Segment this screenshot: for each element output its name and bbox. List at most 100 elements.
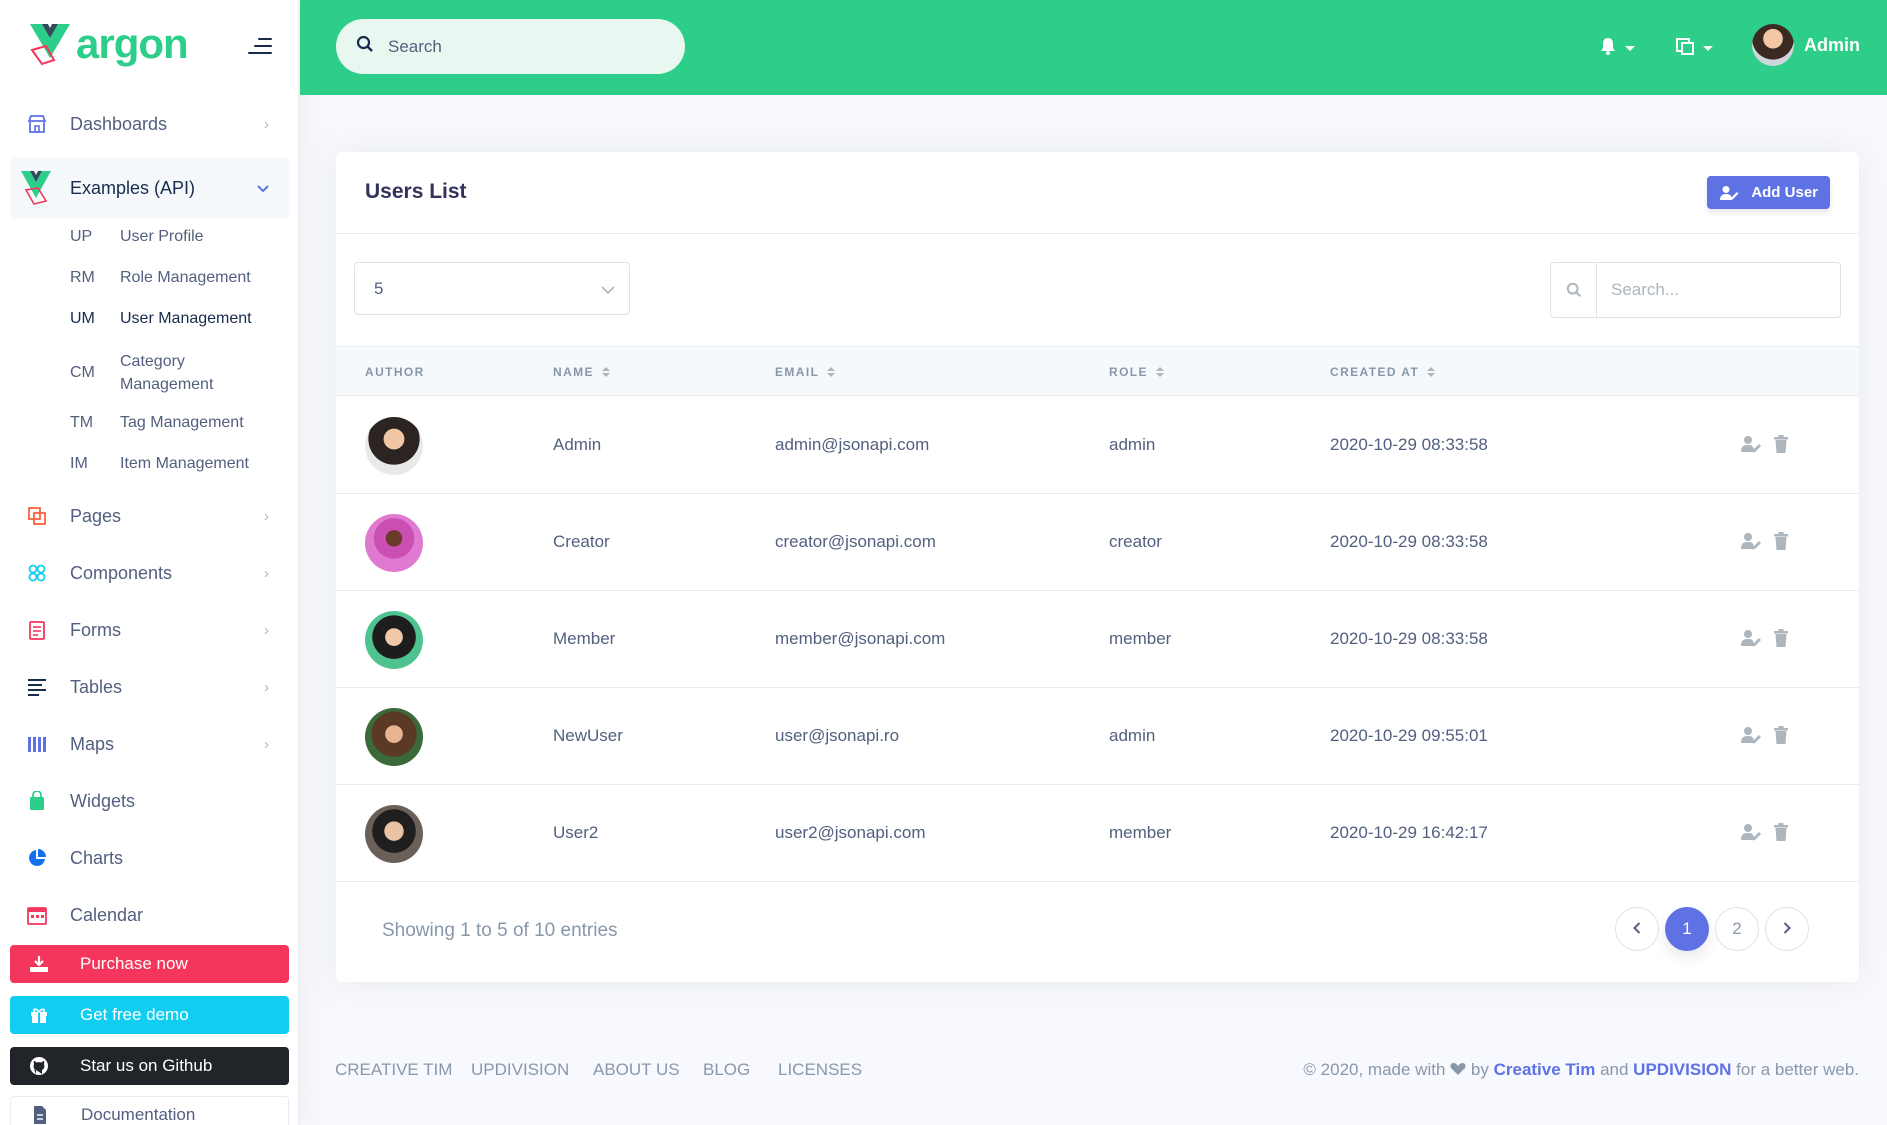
chevron-right-icon: › [264,678,269,696]
copyright-and: and [1600,1060,1629,1079]
cell-role: member [1109,823,1172,842]
trash-icon[interactable] [1774,532,1788,550]
documentation-label: Documentation [81,1105,196,1124]
user-menu[interactable]: Admin [1752,24,1860,66]
chevron-right-icon: › [264,507,269,525]
sidebar-item-tables[interactable]: Tables › [10,659,289,715]
sidebar-subitem-category-management[interactable]: CM Category Management [70,350,290,396]
caret-down-icon [1703,46,1713,51]
sidebar-item-pages[interactable]: Pages › [10,488,289,544]
sidebar-item-forms[interactable]: Forms › [10,602,289,658]
sidebar-item-calendar[interactable]: Calendar [10,887,289,943]
purchase-now-button[interactable]: Purchase now [10,945,289,983]
avatar [365,611,423,669]
user-name: Admin [1804,34,1860,55]
avatar [1752,24,1794,66]
sidebar-item-dashboards[interactable]: Dashboards › [10,96,289,152]
notifications-dropdown[interactable] [1599,36,1635,61]
table-search[interactable] [1550,262,1841,318]
footer-link-about-us[interactable]: ABOUT US [593,1060,680,1080]
subitem-label: Role Management [120,269,251,286]
column-created-at[interactable]: CREATED AT [1330,365,1436,379]
chevron-right-icon: › [264,564,269,582]
cell-email: member@jsonapi.com [775,629,946,648]
sort-icon [601,367,610,377]
footer-link-creative-tim[interactable]: CREATIVE TIM [335,1060,452,1080]
sidebar-subitem-user-management[interactable]: UM User Management [70,310,290,328]
chevron-down-icon [257,180,269,197]
trash-icon[interactable] [1774,629,1788,647]
sidebar-subitem-item-management[interactable]: IM Item Management [70,455,290,473]
sidebar-toggle-button[interactable] [248,38,272,56]
user-edit-icon [1719,185,1739,201]
trash-icon[interactable] [1774,823,1788,841]
table-row: NewUser user@jsonapi.ro admin 2020-10-29… [336,688,1859,785]
footer-link-licenses[interactable]: LICENSES [778,1060,862,1080]
edit-user-icon[interactable] [1740,435,1762,453]
document-icon [29,1105,51,1125]
sidebar-item-label: Examples (API) [70,177,196,198]
page-button-1[interactable]: 1 [1665,907,1709,951]
sidebar-item-components[interactable]: Components › [10,545,289,601]
per-page-select[interactable]: 5 [354,262,630,315]
footer-link-updivision[interactable]: UPDIVISION [471,1060,569,1080]
global-search-input[interactable] [388,36,648,57]
tables-icon [26,676,48,698]
sidebar-item-maps[interactable]: Maps › [10,716,289,772]
sidebar-subitem-tag-management[interactable]: TM Tag Management [70,414,290,432]
subitem-abbr: RM [70,269,95,286]
cell-email: user2@jsonapi.com [775,823,926,842]
footer-link-blog[interactable]: BLOG [703,1060,750,1080]
sidebar-subitem-user-profile[interactable]: UP User Profile [70,228,290,246]
subitem-abbr: TM [70,414,94,431]
sidebar-item-examples-api[interactable]: Examples (API) [10,157,289,219]
sort-icon [827,367,836,377]
copy-icon [26,505,48,527]
column-role[interactable]: ROLE [1109,365,1164,379]
top-navbar: Admin [300,0,1887,95]
cell-role: admin [1109,435,1156,454]
get-free-demo-label: Get free demo [80,1005,189,1024]
avatar [365,708,423,766]
edit-user-icon[interactable] [1740,629,1762,647]
sidebar-item-charts[interactable]: Charts [10,830,289,886]
column-label: ROLE [1109,365,1148,379]
table-row: Member member@jsonapi.com member 2020-10… [336,591,1859,688]
updivision-link[interactable]: UPDIVISION [1633,1060,1731,1079]
brand-logo[interactable]: argon [28,14,198,74]
subitem-label: Category Management [120,353,214,393]
global-search[interactable] [336,19,685,74]
table-search-input[interactable] [1597,263,1837,317]
column-label: AUTHOR [365,365,425,379]
trash-icon[interactable] [1774,435,1788,453]
heart-icon [1450,1060,1466,1079]
purchase-now-label: Purchase now [80,954,188,973]
sidebar-subitem-role-management[interactable]: RM Role Management [70,269,290,287]
edit-user-icon[interactable] [1740,823,1762,841]
sort-icon [1155,367,1164,377]
column-email[interactable]: EMAIL [775,365,836,379]
apps-icon [1675,36,1695,61]
creative-tim-link[interactable]: Creative Tim [1494,1060,1596,1079]
star-on-github-button[interactable]: Star us on Github [10,1047,289,1085]
page-button-2[interactable]: 2 [1715,907,1759,951]
trash-icon[interactable] [1774,726,1788,744]
column-name[interactable]: NAME [553,365,610,379]
next-page-button[interactable] [1765,907,1809,951]
cell-email: admin@jsonapi.com [775,435,930,454]
sidebar-item-widgets[interactable]: Widgets [10,773,289,829]
copyright-by: by [1470,1060,1489,1079]
bell-icon [1599,36,1617,61]
edit-user-icon[interactable] [1740,532,1762,550]
table-row: User2 user2@jsonapi.com member 2020-10-2… [336,785,1859,882]
chevron-down-icon [601,280,615,300]
table-header: AUTHOR NAME EMAIL ROLE CREATED AT [336,346,1859,396]
cell-created-at: 2020-10-29 08:33:58 [1330,435,1488,454]
documentation-button[interactable]: Documentation [10,1096,289,1125]
shortcuts-dropdown[interactable] [1675,36,1713,61]
add-user-button[interactable]: Add User [1707,176,1830,209]
prev-page-button[interactable] [1615,907,1659,951]
get-free-demo-button[interactable]: Get free demo [10,996,289,1034]
cell-email: user@jsonapi.ro [775,726,900,745]
edit-user-icon[interactable] [1740,726,1762,744]
